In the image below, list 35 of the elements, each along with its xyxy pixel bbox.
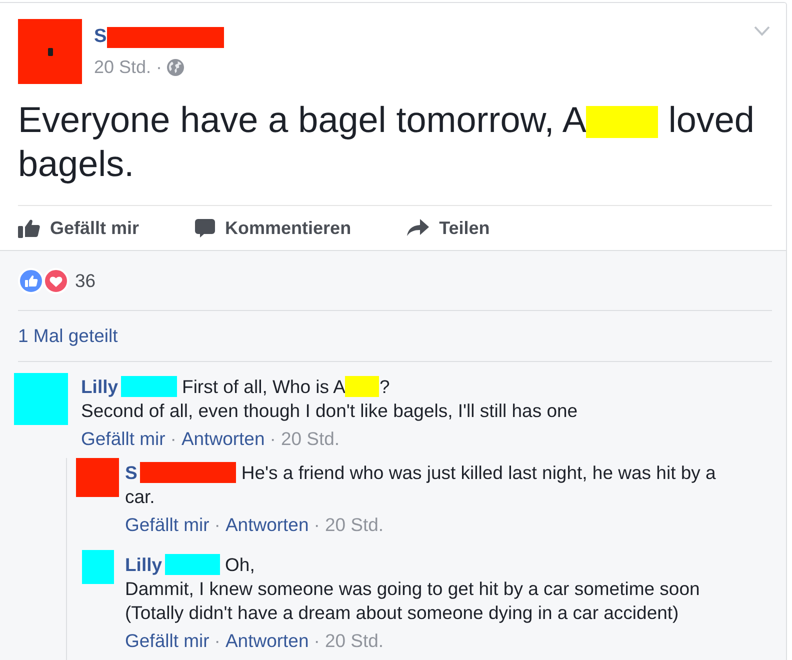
shares-link[interactable]: 1 Mal geteilt [18, 325, 118, 347]
comment-time: 20 Std. [324, 630, 384, 651]
share-arrow-icon [407, 219, 430, 237]
comment-text: Dammit, I knew someone was going to get hit by a car sometime soon (Totally didn't have a dream about someone dying in a car accident) [125, 577, 701, 625]
chevron-down-icon[interactable] [754, 26, 770, 36]
separator-dot: · [314, 514, 320, 535]
globe-icon [167, 58, 184, 76]
reaction-count[interactable]: 36 [75, 270, 96, 292]
separator-dot: · [156, 56, 162, 78]
separator-dot: · [214, 514, 220, 535]
comment-text: car. [125, 485, 156, 509]
comment-text: Oh, [225, 554, 255, 575]
comment-time: 20 Std. [324, 514, 384, 535]
reply-link[interactable]: Antworten [181, 428, 265, 449]
comment-text: He's a friend who was just killed last night, he was hit by a [241, 462, 716, 483]
comment-text: First of all, Who is A ? [182, 376, 390, 397]
reply-link[interactable]: Antworten [225, 514, 309, 535]
like-reaction-icon [18, 268, 44, 294]
like-link[interactable]: Gefällt mir [81, 428, 166, 449]
like-link[interactable]: Gefällt mir [125, 630, 210, 651]
comment-text: Second of all, even though I don't like bagels, I'll still has one [81, 399, 579, 423]
separator-dot: · [170, 428, 176, 449]
share-button[interactable]: Teilen [407, 217, 490, 239]
speech-bubble-icon [195, 218, 216, 238]
separator-dot: · [214, 630, 220, 651]
thumbs-up-icon [18, 218, 40, 238]
separator-dot: · [270, 428, 276, 449]
post-text: Everyone have a bagel tomorrow, A loved bagels. [18, 98, 756, 186]
heart-reaction-icon [43, 268, 69, 294]
separator-dot: · [314, 630, 320, 651]
comment-time: 20 Std. [280, 428, 340, 449]
comment-button[interactable]: Kommentieren [195, 217, 352, 239]
like-link[interactable]: Gefällt mir [125, 514, 210, 535]
like-button[interactable]: Gefällt mir [18, 217, 140, 239]
reply-link[interactable]: Antworten [225, 630, 309, 651]
